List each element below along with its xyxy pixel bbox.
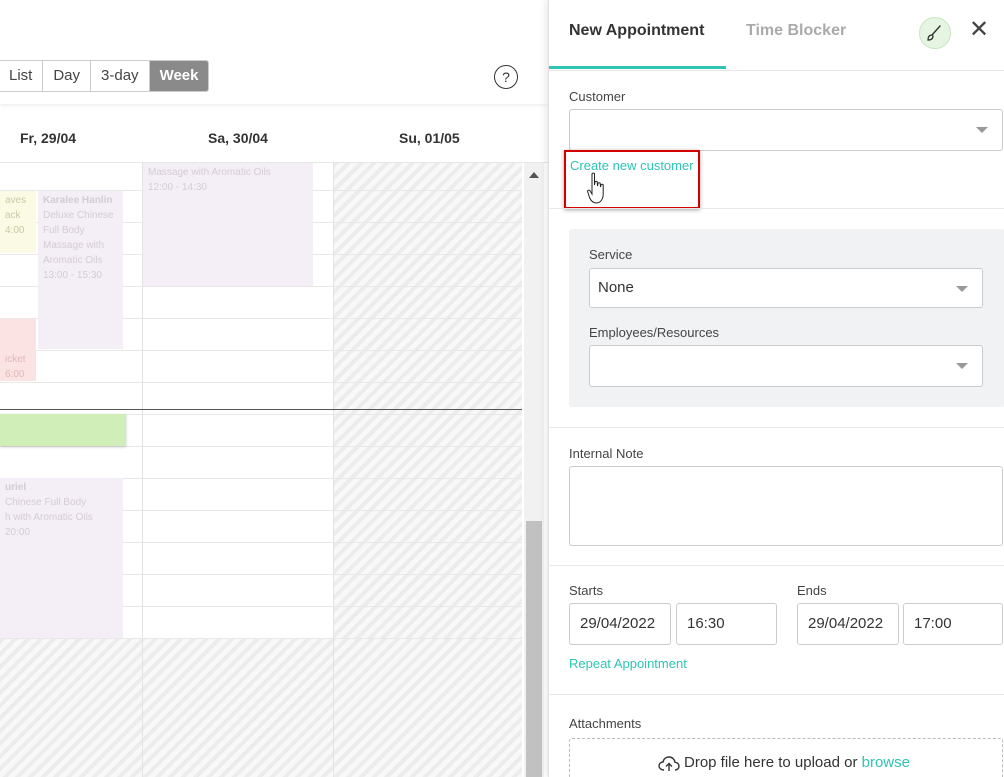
event-title: uriel [5, 482, 27, 493]
service-value: None [598, 279, 634, 296]
event-time: 20:00 [5, 527, 31, 538]
end-date-input[interactable]: 29/04/2022 [797, 603, 899, 645]
attachment-dropzone[interactable]: Drop file here to upload or browse [569, 738, 1003, 777]
event-text: Aromatic Oils [43, 255, 103, 266]
event-text: h with Aromatic Oils [5, 512, 93, 523]
brush-button[interactable] [919, 17, 951, 49]
view-day-button[interactable]: Day [43, 61, 92, 91]
event-time: 6:00 [5, 369, 25, 380]
view-list-button[interactable]: List [0, 61, 44, 91]
current-time-line [0, 409, 522, 410]
event-friday-new-slot[interactable] [0, 414, 126, 446]
chevron-down-icon [956, 286, 968, 292]
drop-label: Drop file here to upload or [684, 754, 858, 771]
service-select[interactable]: None [589, 268, 983, 308]
customer-label: Customer [569, 89, 626, 104]
event-friday-red[interactable]: icket 6:00 [0, 319, 36, 381]
event-muriel[interactable]: uriel Chinese Full Body h with Aromatic … [0, 478, 123, 638]
active-tab-indicator [549, 66, 726, 69]
view-3day-button[interactable]: 3-day [91, 61, 150, 91]
calendar-grid[interactable]: Massage with Aromatic Oils 12:00 - 14:30… [0, 163, 522, 777]
close-icon[interactable]: ✕ [969, 18, 989, 42]
start-time-value: 16:30 [687, 615, 725, 632]
employees-select[interactable] [589, 345, 983, 387]
end-time-value: 17:00 [914, 615, 952, 632]
view-week-button[interactable]: Week [149, 61, 209, 91]
event-text: Massage with [43, 240, 105, 251]
customer-select[interactable] [569, 109, 1003, 151]
event-friday-yellow[interactable]: aves ack 4:00 [0, 191, 36, 253]
day-headers: Fr, 29/04 Sa, 30/04 Su, 01/05 [0, 110, 548, 163]
day-header-sat: Sa, 30/04 [208, 130, 268, 146]
event-text: Deluxe Chinese [43, 210, 114, 221]
scroll-up-icon[interactable] [529, 172, 539, 178]
event-text: Full Body [43, 225, 85, 236]
unavailable-evening [0, 639, 522, 777]
start-date-input[interactable]: 29/04/2022 [569, 603, 671, 645]
start-date-value: 29/04/2022 [580, 615, 656, 632]
event-text: Chinese Full Body [5, 497, 87, 508]
browse-link[interactable]: browse [862, 754, 910, 771]
internal-note-label: Internal Note [569, 446, 644, 461]
end-time-input[interactable]: 17:00 [903, 603, 1003, 645]
event-time: 12:00 - 14:30 [148, 182, 207, 193]
event-karalee-hanlin[interactable]: Karalee Hanlin Deluxe Chinese Full Body … [38, 191, 123, 349]
tab-time-blocker[interactable]: Time Blocker [746, 22, 846, 40]
event-title: Karalee Hanlin [43, 195, 113, 206]
starts-label: Starts [569, 583, 603, 598]
calendar-scrollbar[interactable] [524, 163, 544, 777]
attachments-label: Attachments [569, 716, 642, 731]
calendar-topbar [0, 0, 548, 51]
service-section: Service None Employees/Resources [569, 229, 1004, 407]
event-saturday-massage[interactable]: Massage with Aromatic Oils 12:00 - 14:30 [143, 163, 313, 286]
highlight-annotation [564, 150, 700, 209]
employees-label: Employees/Resources [589, 325, 720, 340]
chevron-down-icon [976, 127, 988, 133]
event-text: ack [5, 210, 21, 221]
panel-tabs: New Appointment Time Blocker ✕ [549, 0, 1004, 71]
calendar-pane: List Day 3-day Week ? Fr, 29/04 Sa, 30/0… [0, 0, 548, 777]
day-header-sun: Su, 01/05 [399, 130, 460, 146]
chevron-down-icon [956, 363, 968, 369]
event-time: 4:00 [5, 225, 25, 236]
tab-new-appointment[interactable]: New Appointment [569, 22, 704, 40]
view-toolbar: List Day 3-day Week [0, 50, 548, 104]
repeat-appointment-link[interactable]: Repeat Appointment [569, 656, 687, 671]
event-time: 13:00 - 15:30 [43, 270, 102, 281]
brush-icon [927, 25, 941, 41]
scroll-thumb[interactable] [526, 521, 542, 777]
internal-note-textarea[interactable] [569, 466, 1003, 546]
cloud-upload-icon [658, 756, 680, 771]
appointment-panel: New Appointment Time Blocker ✕ Customer … [548, 0, 1004, 777]
end-date-value: 29/04/2022 [808, 615, 884, 632]
help-icon[interactable]: ? [494, 65, 518, 89]
service-label: Service [589, 247, 633, 262]
view-switcher: List Day 3-day Week [0, 60, 210, 92]
event-text: Massage with Aromatic Oils [148, 167, 271, 178]
event-text: aves [5, 195, 27, 206]
event-text: icket [5, 354, 26, 365]
day-header-fri: Fr, 29/04 [20, 130, 77, 146]
ends-label: Ends [797, 583, 827, 598]
hand-cursor-icon [587, 172, 607, 211]
start-time-input[interactable]: 16:30 [676, 603, 777, 645]
drop-text: Drop file here to upload or browse [684, 754, 910, 771]
